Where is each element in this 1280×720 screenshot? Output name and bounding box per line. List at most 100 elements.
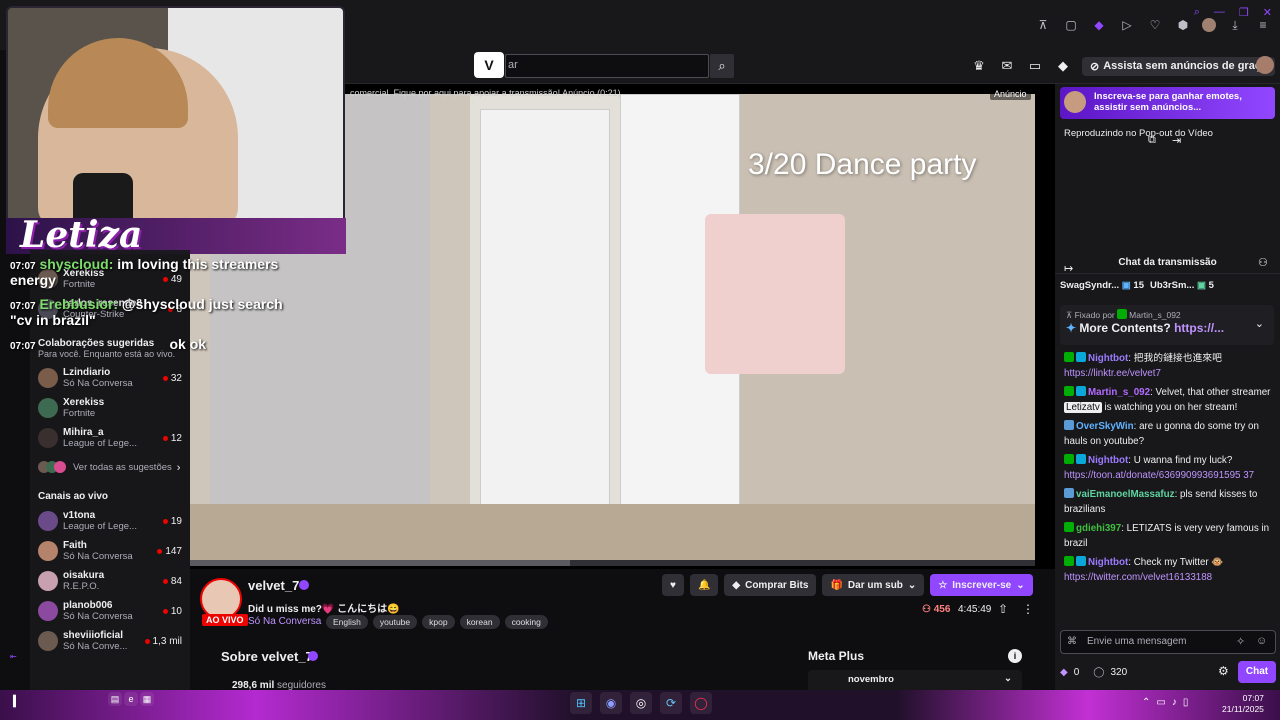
search-input[interactable]: ar [505, 54, 709, 78]
extensions-icon[interactable]: ⬢ [1174, 18, 1192, 32]
chat-link[interactable]: https://toon.at/donate/636990993691595 3… [1064, 470, 1254, 481]
chat-username[interactable]: OverSkyWin [1076, 421, 1134, 432]
stream-tag[interactable]: English [326, 615, 368, 629]
stream-tag[interactable]: cooking [504, 615, 548, 629]
meta-plus-card[interactable]: novembro ⌄ [808, 670, 1022, 692]
chevron-down-icon[interactable]: ⌄ [1004, 673, 1012, 684]
chat-username[interactable]: Nightbot [1088, 455, 1128, 466]
crown-icon[interactable]: ♛ [970, 58, 988, 74]
download-icon[interactable]: ⤓ [1226, 18, 1244, 33]
chat-message[interactable]: vaiEmanoelMassafuz: pls send kisses to b… [1064, 488, 1274, 517]
chat-message[interactable]: Nightbot: Check my Twitter 🐵 https://twi… [1064, 556, 1274, 585]
chat-send-button[interactable]: Chat [1238, 661, 1276, 683]
network-icon[interactable]: ▭ [1156, 697, 1165, 708]
channel-name[interactable]: velvet_7 [248, 578, 299, 593]
chat-message[interactable]: Nightbot: 把我的鏈接也進來吧 https://linktr.ee/ve… [1064, 352, 1274, 381]
windows-start-icon[interactable]: ⊞ [570, 692, 592, 714]
inbox-icon[interactable]: ✉ [998, 58, 1016, 74]
collapse-chat-icon[interactable]: ↦ [1064, 262, 1073, 275]
shield-icon[interactable]: ◆ [1090, 18, 1108, 32]
sidebar-channel-item[interactable]: planob006 Só Na Conversa 10 [30, 596, 190, 626]
users-icon[interactable]: ⚇ [1258, 256, 1268, 269]
sidebar-channel-item[interactable]: Xerekiss Fortnite [30, 393, 190, 423]
stream-tag[interactable]: kpop [422, 615, 455, 629]
chat-username[interactable]: gdiehi397 [1076, 523, 1121, 534]
sidebar-channel-item[interactable]: oisakura R.E.P.O. 84 [30, 566, 190, 596]
slash-icon[interactable]: ⌘ [1067, 636, 1077, 647]
chat-link[interactable]: https://linktr.ee/velvet7 [1064, 368, 1161, 379]
stream-tag[interactable]: korean [459, 615, 500, 629]
heart-icon[interactable]: ♡ [1146, 18, 1164, 32]
chat-username[interactable]: Martin_s_092 [1088, 387, 1150, 398]
chat-username[interactable]: Nightbot [1088, 353, 1128, 364]
subscribe-promo[interactable]: Inscreva-se para ganhar emotes, assistir… [1060, 87, 1275, 119]
collapse-sidebar-icon[interactable]: ⇤ [10, 652, 17, 661]
widget-icon[interactable]: 𝐈 [12, 694, 17, 712]
steam-icon[interactable]: ⟳ [660, 692, 682, 714]
share-icon[interactable]: ⇧ [998, 602, 1008, 616]
search-icon[interactable]: ⌕ [710, 54, 734, 78]
popout-icon[interactable]: ⧉ [1148, 134, 1156, 147]
pin-icon[interactable]: ⊼ [1034, 18, 1052, 32]
sidebar-channel-item[interactable]: Lzindiario Só Na Conversa 32 [30, 363, 190, 393]
channel-game: R.E.P.O. [63, 581, 100, 592]
maximize-icon[interactable]: ❐ [1239, 6, 1249, 19]
sidebar-channel-item[interactable]: Faith Só Na Conversa 147 [30, 536, 190, 566]
chat-message[interactable]: OverSkyWin: are u gonna do some try on h… [1064, 420, 1274, 449]
minimize-icon[interactable]: — [1214, 6, 1225, 19]
close-icon[interactable]: ✕ [1263, 6, 1272, 19]
cast-icon[interactable]: ▢ [1062, 18, 1080, 32]
volume-icon[interactable]: ♪ [1172, 697, 1177, 708]
twitch-logo[interactable]: V [474, 52, 504, 78]
channel-points-balance[interactable]: 320 [1110, 667, 1127, 678]
pinned-link[interactable]: https://... [1174, 321, 1224, 335]
menu-icon[interactable]: ≡ [1254, 18, 1272, 32]
stream-tag[interactable]: youtube [372, 615, 418, 629]
news-icon[interactable]: ▤ [108, 692, 122, 706]
subscribe-button[interactable]: ☆ Inscrever-se ⌄ [930, 574, 1033, 596]
play-icon[interactable]: ▷ [1118, 18, 1136, 32]
chat-link[interactable]: https://twitter.com/velvet16133188 [1064, 572, 1212, 583]
chat-message[interactable]: gdiehi397: LETIZATS is very very famous … [1064, 522, 1274, 551]
noads-button[interactable]: ⊘ Assista sem anúncios de graça [1082, 56, 1276, 76]
emote-picker-icon[interactable]: ☺ [1256, 635, 1267, 647]
chat-mention[interactable]: Letizatv [1064, 401, 1102, 413]
chat-username[interactable]: vaiEmanoelMassafuz [1076, 489, 1175, 500]
user-avatar[interactable] [1256, 56, 1274, 74]
more-options-icon[interactable]: ⋮ [1022, 602, 1034, 616]
store-icon[interactable]: ▦ [140, 692, 154, 706]
sidebar-channel-item[interactable]: v1tona League of Lege... 19 [30, 506, 190, 536]
info-icon[interactable]: i [1008, 649, 1022, 663]
chevron-up-icon[interactable]: ⌃ [1142, 697, 1150, 708]
chat-badge [1076, 386, 1086, 396]
sidebar-channel-item[interactable]: sheviiioficial Só Na Conve... 1,3 mil [30, 626, 190, 656]
profile-avatar[interactable] [1202, 18, 1216, 32]
obs-icon[interactable]: ◎ [630, 692, 652, 714]
chat-message[interactable]: Martin_s_092: Velvet, that other streame… [1064, 386, 1274, 415]
chat-message[interactable]: Nightbot: U wanna find my luck? https://… [1064, 454, 1274, 483]
search-window-icon[interactable]: ⌕ [1194, 6, 1200, 19]
notifications-bell-button[interactable]: 🔔 [689, 574, 719, 596]
gifter-entry[interactable]: SwagSyndr... ▣ 15 [1060, 280, 1144, 294]
buy-bits-button[interactable]: ◆ Comprar Bits [724, 574, 817, 596]
pinned-message[interactable]: ⊼ Fixado por Martin_s_092 ✦ More Content… [1060, 305, 1274, 345]
bits-balance[interactable]: 0 [1074, 667, 1080, 678]
taskbar-clock[interactable]: 07:07 21/11/2025 [1222, 693, 1264, 715]
sidebar-channel-item[interactable]: Mihira_a League of Lege... 12 [30, 423, 190, 453]
stream-category[interactable]: Só Na Conversa [248, 616, 321, 627]
bits-cheer-icon[interactable]: ✧ [1236, 635, 1245, 648]
chevron-down-icon[interactable]: ⌄ [1255, 317, 1264, 330]
gift-sub-button[interactable]: 🎁 Dar um sub ⌄ [822, 574, 925, 596]
follow-heart-button[interactable]: ♥ [662, 574, 684, 596]
return-icon[interactable]: ⇥ [1172, 134, 1181, 147]
battery-icon[interactable]: ▯ [1183, 697, 1189, 708]
gifter-entry[interactable]: Ub3rSm... ▣ 5 [1150, 280, 1214, 294]
discord-icon[interactable]: ◉ [600, 692, 622, 714]
whispers-icon[interactable]: ▭ [1026, 58, 1044, 74]
settings-icon[interactable]: ⚙ [1218, 664, 1229, 678]
bits-icon[interactable]: ◆ [1054, 58, 1072, 74]
chat-username[interactable]: Nightbot [1088, 557, 1128, 568]
opera-gx-icon[interactable]: ◯ [690, 692, 712, 714]
edge-icon[interactable]: e [124, 692, 138, 706]
see-all-suggestions[interactable]: Ver todas as sugestões › [30, 453, 190, 483]
